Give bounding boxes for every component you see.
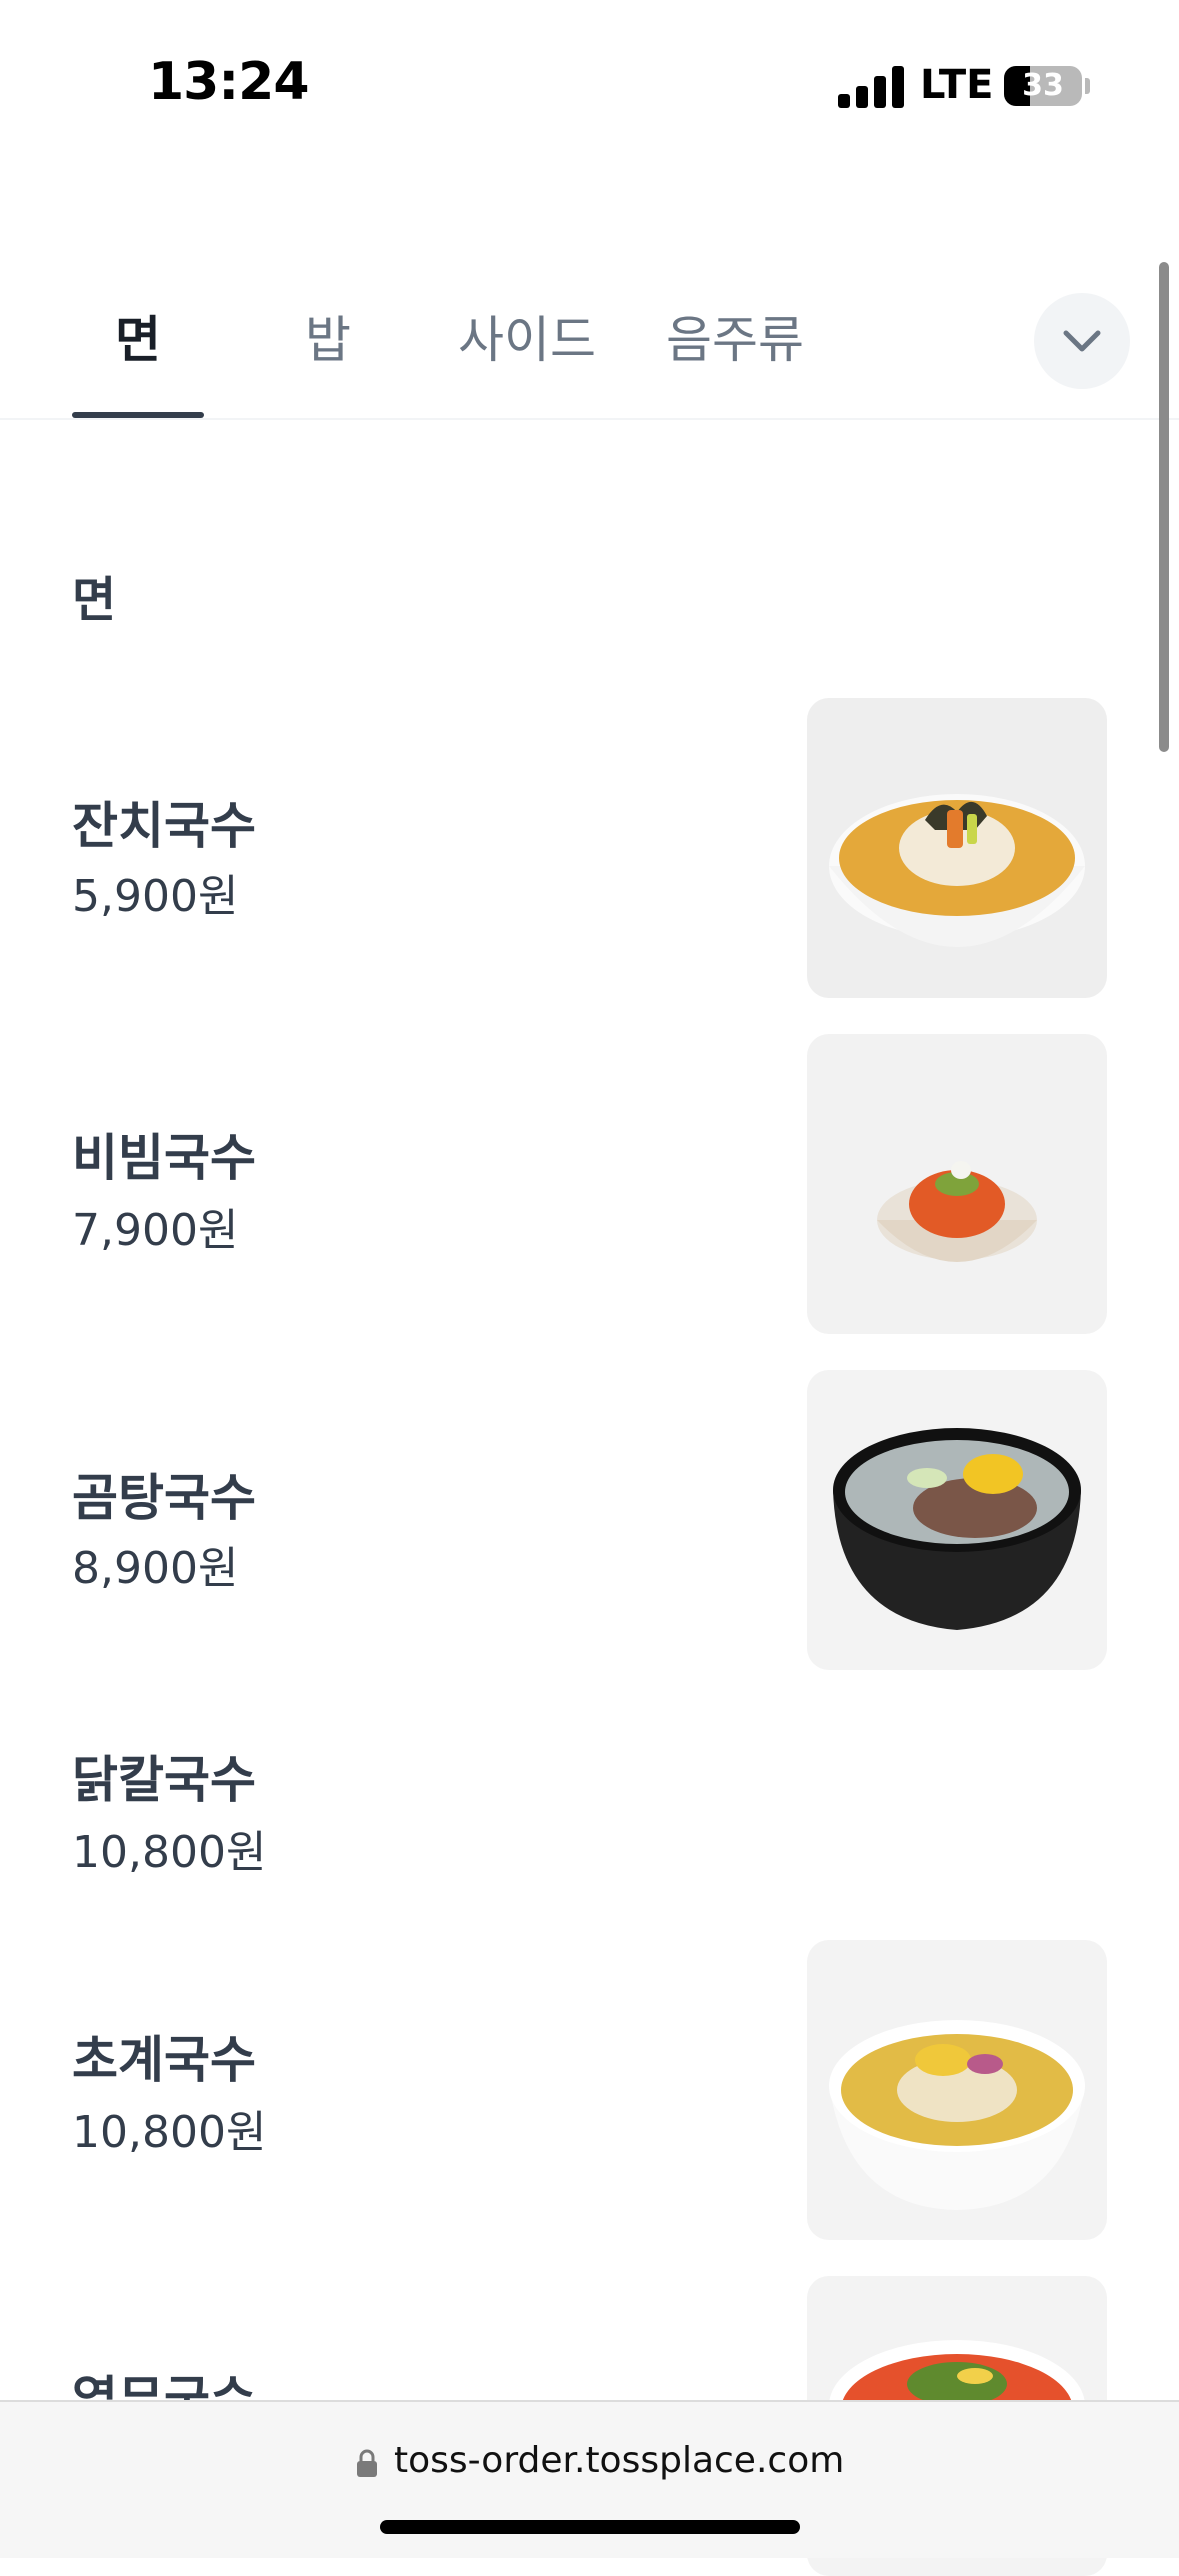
janchi-guksu-photo [807,698,1107,998]
lock-icon [357,2449,377,2477]
network-type: LTE [920,62,994,108]
menu-item-name: 잔치국수 [72,797,256,855]
menu-item-dak-kalguksu[interactable]: 닭칼국수 10,800원 [0,1706,1159,1886]
menu-item-price: 5,900원 [72,871,239,922]
menu-item-name: 곰탕국수 [72,1469,256,1527]
cellular-signal-icon [838,66,904,108]
menu-item-name: 초계국수 [72,2031,256,2089]
tab-rice[interactable]: 밥 [268,300,388,380]
menu-item-bibim-guksu[interactable]: 비빔국수 7,900원 [0,1034,1159,1334]
browser-url-bar[interactable]: toss-order.tossplace.com [0,2400,1179,2558]
expand-categories-button[interactable] [1034,293,1130,389]
status-time: 13:24 [148,52,310,112]
chevron-down-icon [1063,330,1101,352]
menu-item-name: 닭칼국수 [72,1751,256,1809]
menu-item-name: 비빔국수 [72,1129,256,1187]
menu-item-gomtang-guksu[interactable]: 곰탕국수 8,900원 [0,1370,1159,1670]
menu-item-janchi-guksu[interactable]: 잔치국수 5,900원 [0,698,1159,998]
gomtang-guksu-photo [807,1370,1107,1670]
status-bar: 13:24 LTE 33 [0,0,1179,175]
bibim-guksu-photo [807,1034,1107,1334]
section-title: 면 [72,572,117,628]
menu-item-chogye-guksu[interactable]: 초계국수 10,800원 [0,1940,1159,2240]
tab-drinks[interactable]: 음주류 [660,300,810,380]
category-tabs: 면 밥 사이드 음주류 [0,260,1179,420]
url-text: toss-order.tossplace.com [394,2440,845,2481]
battery-tip [1085,78,1090,94]
home-indicator[interactable] [380,2520,800,2534]
chogye-guksu-photo [807,1940,1107,2240]
menu-item-price: 10,800원 [72,1827,267,1878]
scrollbar[interactable] [1159,262,1169,752]
menu-item-price: 8,900원 [72,1543,239,1594]
tab-sides[interactable]: 사이드 [452,300,602,380]
battery-level: 33 [1022,68,1064,103]
tab-noodles[interactable]: 면 [72,300,204,380]
battery-icon: 33 [1004,66,1082,106]
active-tab-indicator [72,412,204,418]
menu-item-price: 10,800원 [72,2107,267,2158]
menu-item-price: 7,900원 [72,1205,239,1256]
